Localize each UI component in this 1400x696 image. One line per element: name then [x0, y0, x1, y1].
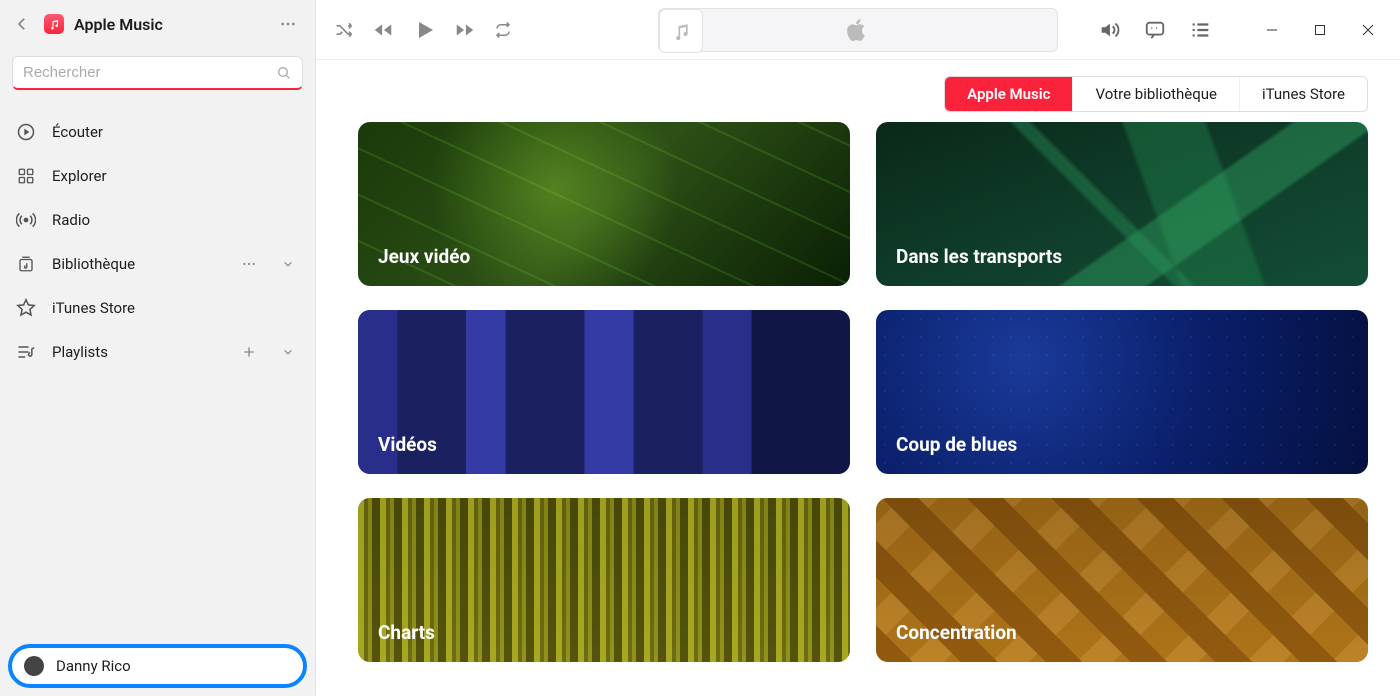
sidebar-item-label: Playlists	[52, 343, 108, 361]
now-playing-artwork	[659, 9, 703, 53]
search-input-wrap[interactable]	[12, 56, 303, 90]
sidebar-item-listen[interactable]: Écouter	[0, 110, 315, 154]
main: Apple Music Votre bibliothèque iTunes St…	[316, 0, 1400, 696]
sidebar-item-label: Explorer	[52, 167, 107, 185]
music-note-icon	[48, 18, 60, 30]
tab-apple-music[interactable]: Apple Music	[945, 77, 1073, 111]
apple-music-logo	[44, 14, 64, 34]
plus-icon	[241, 344, 257, 360]
prev-button[interactable]	[372, 19, 394, 41]
app-title: Apple Music	[74, 15, 261, 34]
window-controls	[1266, 24, 1382, 36]
maximize-icon	[1314, 24, 1326, 36]
ellipsis-icon	[241, 256, 257, 272]
search-input[interactable]	[23, 64, 268, 81]
card-concentration[interactable]: Concentration	[876, 498, 1368, 662]
card-label: Charts	[378, 621, 435, 644]
sidebar-item-label: Radio	[52, 211, 90, 229]
card-charts[interactable]: Charts	[358, 498, 850, 662]
card-dans-les-transports[interactable]: Dans les transports	[876, 122, 1368, 286]
chevron-down-icon	[281, 345, 295, 359]
item-expand-button[interactable]	[277, 257, 299, 271]
sidebar-item-explore[interactable]: Explorer	[0, 154, 315, 198]
add-playlist-button[interactable]	[237, 344, 261, 360]
topbar	[316, 0, 1400, 60]
forward-icon	[454, 19, 476, 41]
card-label: Jeux vidéo	[378, 245, 470, 268]
playlist-icon	[16, 342, 36, 362]
star-icon	[16, 298, 36, 318]
volume-icon	[1098, 19, 1120, 41]
arrow-left-icon	[13, 15, 31, 33]
sidebar-item-label: iTunes Store	[52, 299, 135, 317]
close-button[interactable]	[1362, 24, 1382, 36]
view-tabs-container: Apple Music Votre bibliothèque iTunes St…	[316, 60, 1400, 122]
card-coup-de-blues[interactable]: Coup de blues	[876, 310, 1368, 474]
play-button[interactable]	[412, 18, 436, 42]
chevron-down-icon	[281, 257, 295, 271]
card-label: Dans les transports	[896, 245, 1062, 268]
close-icon	[1362, 24, 1374, 36]
search-container	[0, 48, 315, 90]
minimize-button[interactable]	[1266, 24, 1286, 36]
card-label: Vidéos	[378, 433, 437, 456]
cards-scroll[interactable]: Jeux vidéo Dans les transports Vidéos Co…	[316, 122, 1400, 696]
backward-icon	[372, 19, 394, 41]
item-expand-button[interactable]	[277, 345, 299, 359]
play-circle-icon	[16, 122, 36, 142]
maximize-button[interactable]	[1314, 24, 1334, 36]
playback-controls	[334, 18, 512, 42]
sidebar: Apple Music Écouter Explorer Radio Bibli…	[0, 0, 316, 696]
next-button[interactable]	[454, 19, 476, 41]
more-button[interactable]	[271, 11, 305, 37]
item-more-button[interactable]	[237, 256, 261, 272]
card-videos[interactable]: Vidéos	[358, 310, 850, 474]
card-label: Concentration	[896, 621, 1017, 644]
sidebar-item-radio[interactable]: Radio	[0, 198, 315, 242]
ellipsis-icon	[279, 15, 297, 33]
avatar	[24, 656, 44, 676]
tab-label: Apple Music	[967, 85, 1050, 103]
lyrics-button[interactable]	[1144, 19, 1166, 41]
library-icon	[17, 255, 35, 273]
apple-logo	[847, 17, 869, 43]
account-button[interactable]: Danny Rico	[8, 644, 307, 688]
cards-grid: Jeux vidéo Dans les transports Vidéos Co…	[358, 122, 1368, 662]
back-button[interactable]	[10, 12, 34, 36]
card-label: Coup de blues	[896, 433, 1017, 456]
minimize-icon	[1266, 24, 1278, 36]
list-icon	[1190, 19, 1212, 41]
tab-itunes-store[interactable]: iTunes Store	[1240, 77, 1367, 111]
now-playing-display[interactable]	[658, 8, 1058, 52]
repeat-button[interactable]	[494, 21, 512, 39]
tab-label: Votre bibliothèque	[1095, 85, 1217, 103]
search-icon	[276, 65, 292, 81]
sidebar-item-label: Bibliothèque	[52, 255, 135, 273]
account-name: Danny Rico	[56, 657, 131, 675]
sidebar-header: Apple Music	[0, 0, 315, 48]
shuffle-button[interactable]	[334, 20, 354, 40]
sidebar-item-library[interactable]: Bibliothèque	[0, 242, 315, 286]
volume-button[interactable]	[1098, 19, 1120, 41]
tab-your-library[interactable]: Votre bibliothèque	[1073, 77, 1240, 111]
play-icon	[412, 18, 436, 42]
apple-icon	[847, 17, 869, 43]
music-note-icon	[671, 21, 691, 41]
sidebar-item-playlists[interactable]: Playlists	[0, 330, 315, 374]
queue-button[interactable]	[1190, 19, 1212, 41]
right-controls	[1098, 19, 1382, 41]
sidebar-item-label: Écouter	[52, 123, 103, 141]
shuffle-icon	[334, 20, 354, 40]
lyrics-icon	[1144, 19, 1166, 41]
nav: Écouter Explorer Radio Bibliothèque iTun…	[0, 90, 315, 374]
card-jeux-video[interactable]: Jeux vidéo	[358, 122, 850, 286]
repeat-icon	[494, 21, 512, 39]
sidebar-item-itunes[interactable]: iTunes Store	[0, 286, 315, 330]
radio-icon	[16, 210, 36, 230]
view-tabs: Apple Music Votre bibliothèque iTunes St…	[944, 76, 1368, 112]
grid-icon	[17, 167, 35, 185]
tab-label: iTunes Store	[1262, 85, 1345, 103]
